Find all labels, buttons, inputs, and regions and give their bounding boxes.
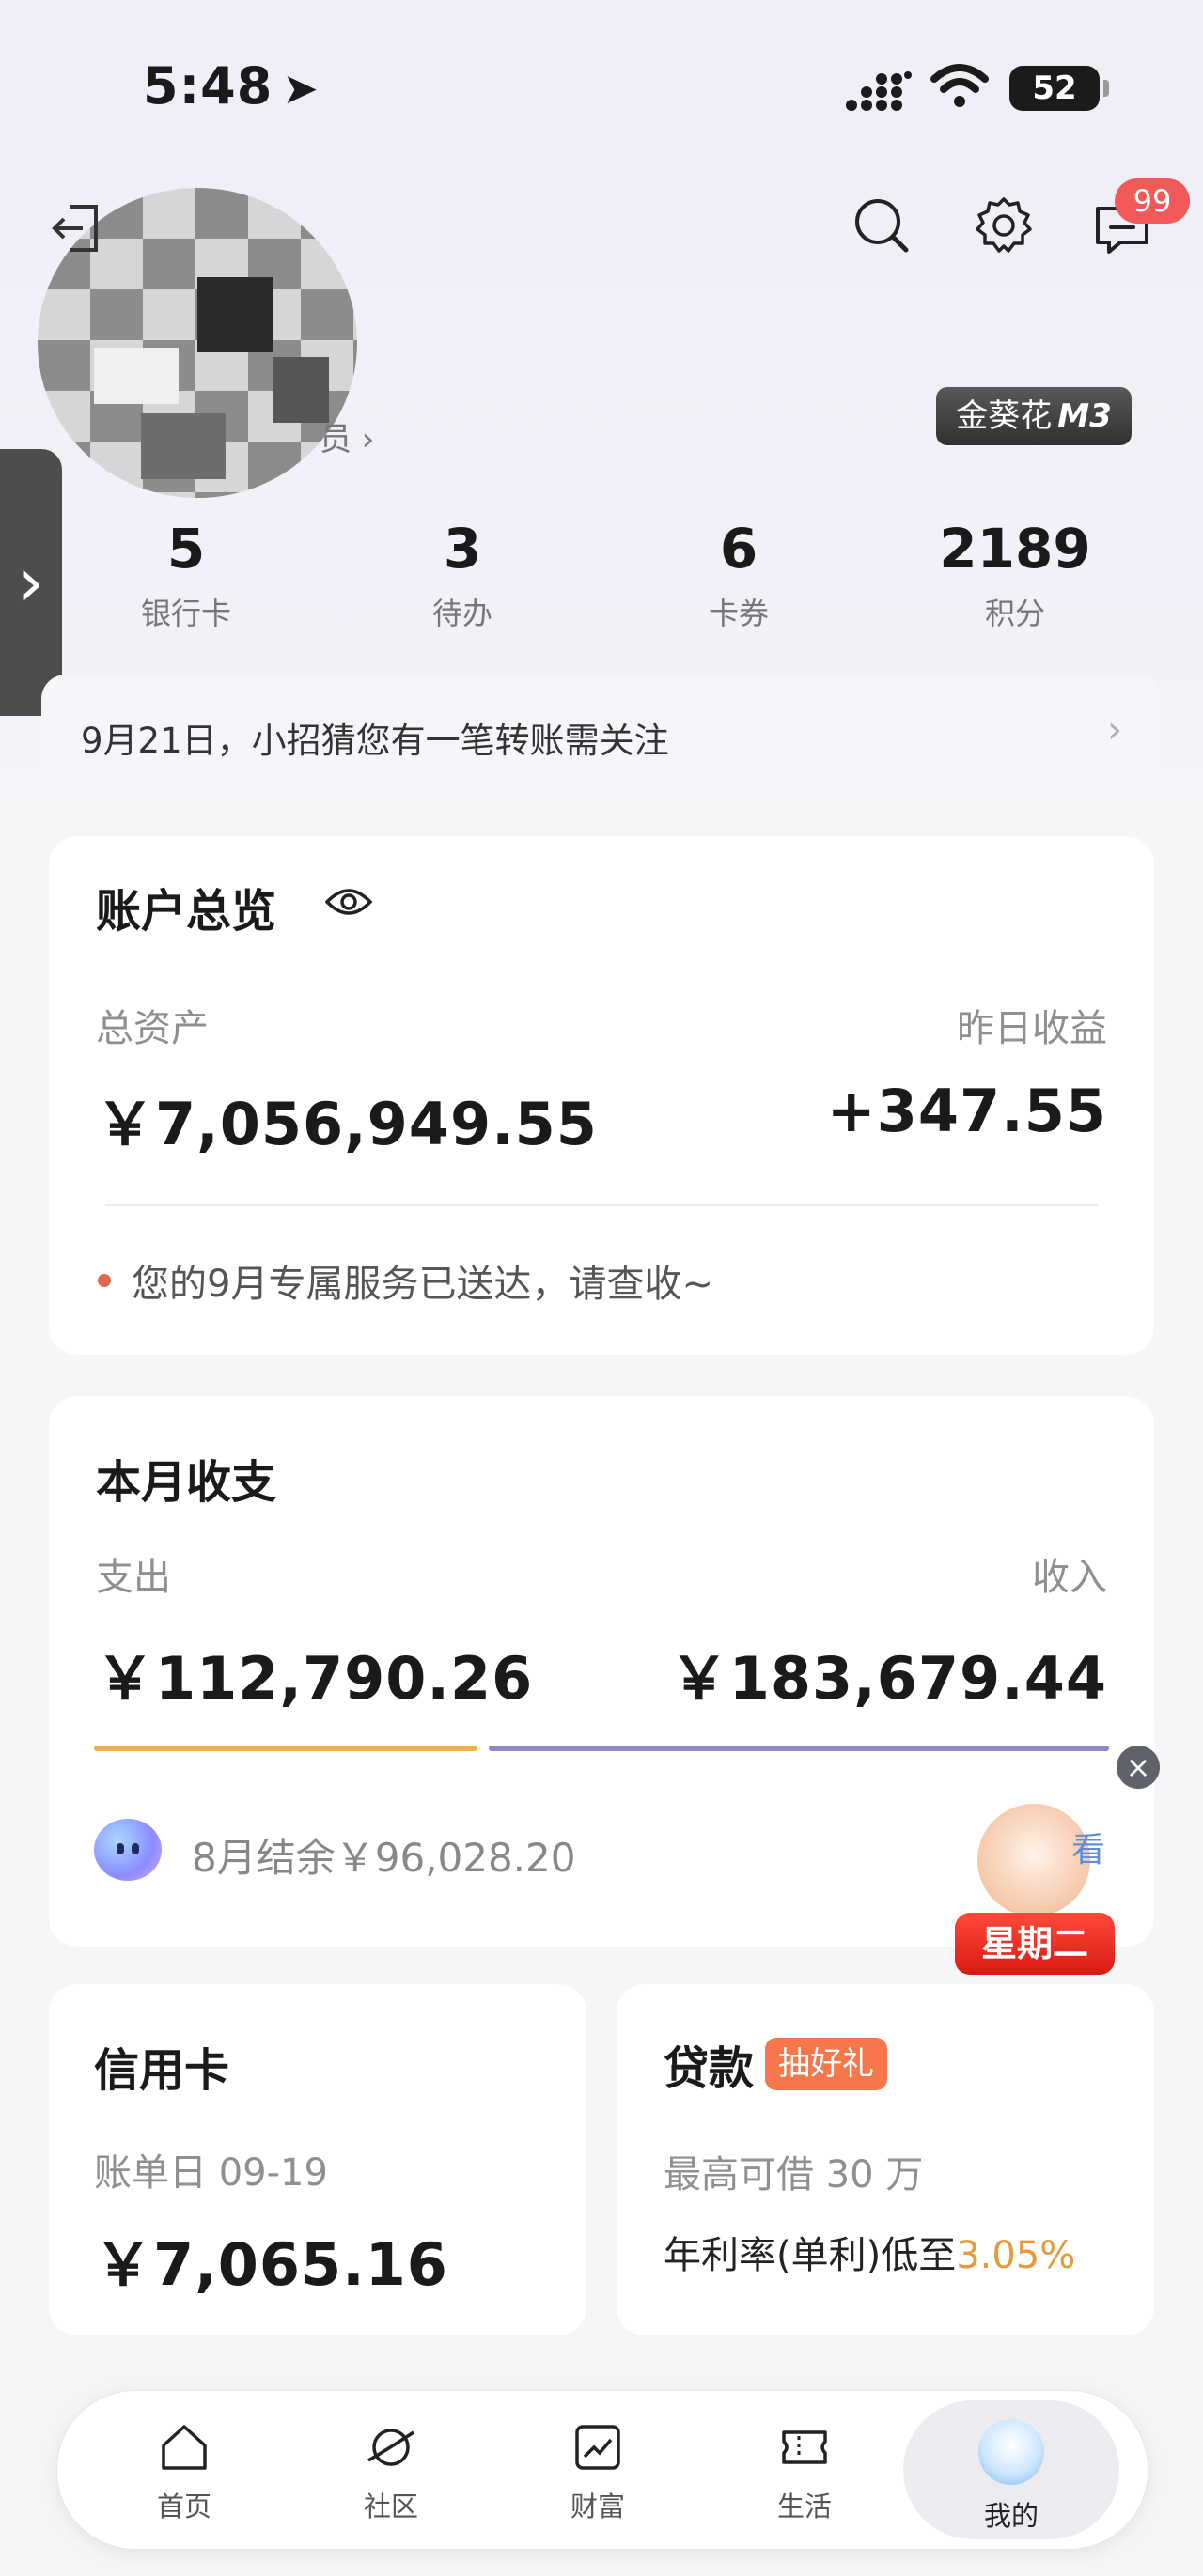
cellular-signal-icon	[846, 71, 912, 111]
promo-char: 看	[1071, 1831, 1106, 1870]
yesterday-income-value: +347.55	[826, 1077, 1107, 1145]
account-overview-title: 账户总览	[96, 885, 277, 938]
last-month-balance[interactable]: 8月结余￥96,028.20	[192, 1826, 575, 1884]
income-label: 收入	[1032, 1556, 1107, 1599]
loan-rate-value: 3.05%	[956, 2234, 1076, 2277]
loan-rate: 年利率(单利)低至3.05%	[664, 2225, 1075, 2279]
tab-label: 我的	[983, 2500, 1039, 2532]
promo-tag: 星期二	[955, 1913, 1115, 1975]
account-overview-card[interactable]: 账户总览 总资产 昨日收益 ￥7,056,949.55 +347.55 您的9月…	[49, 836, 1154, 1355]
monthly-title: 本月收支	[96, 1456, 277, 1509]
loan-header: 贷款 抽好礼	[664, 2031, 888, 2097]
stat-label: 银行卡	[140, 596, 231, 631]
credit-card-amount: ￥7,065.16	[94, 2230, 448, 2299]
wifi-icon	[930, 64, 989, 107]
max-borrow: 最高可借 30 万	[664, 2153, 924, 2196]
stat-label: 卡券	[708, 596, 769, 631]
notice-text: 9月21日，小招猜您有一笔转账需关注	[81, 721, 669, 761]
member-center-link[interactable]: 员 ›	[320, 413, 374, 459]
planet-icon	[367, 2429, 414, 2466]
ticket-icon	[782, 2430, 827, 2464]
loan-card[interactable]: 贷款 抽好礼 最高可借 30 万 年利率(单利)低至3.05%	[617, 1984, 1154, 2335]
tab-label: 生活	[776, 2491, 832, 2522]
stat-coupons[interactable]: 6 卡券	[645, 517, 833, 633]
eye-icon[interactable]	[325, 887, 372, 917]
weekday-promo[interactable]: 看 星期二	[949, 1804, 1118, 1975]
income-bar	[489, 1746, 1109, 1751]
tab-label: 社区	[363, 2491, 418, 2522]
yesterday-income-label: 昨日收益	[957, 1007, 1107, 1050]
stat-bank-cards[interactable]: 5 银行卡	[92, 517, 280, 633]
loan-gift-tag[interactable]: 抽好礼	[765, 2038, 888, 2090]
logout-icon[interactable]	[49, 203, 103, 254]
expense-value: ￥112,790.26	[96, 1644, 534, 1713]
assistant-robot-icon	[94, 1819, 162, 1881]
battery-indicator: 52	[1009, 66, 1109, 111]
bill-day: 账单日 09-19	[94, 2151, 328, 2195]
loan-title: 贷款	[664, 2042, 755, 2095]
income-value: ￥183,679.44	[669, 1644, 1107, 1713]
tab-community[interactable]: 社区	[320, 2419, 461, 2524]
status-time: 5:48 ➤	[143, 56, 320, 116]
loan-rate-prefix: 年利率(单利)低至	[664, 2234, 957, 2277]
search-icon[interactable]	[851, 195, 912, 256]
tab-wealth[interactable]: 财富	[527, 2419, 668, 2524]
chart-icon	[575, 2425, 620, 2470]
transfer-notice-banner[interactable]: 9月21日，小招猜您有一笔转账需关注 ›	[41, 675, 1160, 793]
expense-bar	[94, 1746, 477, 1751]
stat-value: 5	[166, 517, 206, 581]
profile-mascot-icon	[978, 2419, 1044, 2485]
expense-label: 支出	[96, 1556, 171, 1599]
stat-points[interactable]: 2189 积分	[921, 517, 1109, 633]
gear-icon[interactable]	[974, 195, 1034, 256]
location-arrow-icon: ➤	[282, 63, 320, 114]
credit-card-title: 信用卡	[94, 2044, 230, 2097]
stat-value: 2189	[939, 517, 1091, 581]
stat-value: 6	[719, 517, 758, 581]
message-badge: 99	[1115, 178, 1190, 224]
tab-me[interactable]: 我的	[941, 2419, 1082, 2534]
level-badge[interactable]: 金葵花 M3	[936, 387, 1132, 445]
tab-label: 财富	[570, 2491, 625, 2522]
service-dot	[98, 1274, 111, 1287]
tab-home[interactable]: 首页	[114, 2419, 255, 2524]
chevron-right-icon: ›	[1107, 708, 1122, 752]
divider	[105, 1204, 1098, 1206]
stat-label: 积分	[984, 596, 1045, 631]
stat-label: 待办	[431, 596, 492, 631]
side-drawer-handle[interactable]: ›	[0, 449, 62, 716]
home-icon	[162, 2425, 207, 2470]
stat-value: 3	[443, 517, 482, 581]
bottom-tab-bar: 首页 社区 财富 生活 我的	[56, 2390, 1148, 2550]
tab-life[interactable]: 生活	[734, 2419, 875, 2524]
tab-label: 首页	[156, 2491, 211, 2522]
total-assets-value: ￥7,056,949.55	[96, 1090, 598, 1158]
level-badge-level: M3	[1057, 397, 1112, 435]
close-promo-button[interactable]: ×	[1117, 1746, 1160, 1789]
level-badge-prefix: 金葵花	[956, 397, 1053, 435]
credit-card-card[interactable]: 信用卡 账单日 09-19 ￥7,065.16	[49, 1984, 586, 2335]
service-notice[interactable]: 您的9月专属服务已送达，请查收~	[132, 1253, 713, 1308]
stat-todos[interactable]: 3 待办	[368, 517, 556, 633]
total-assets-label: 总资产	[96, 1007, 209, 1050]
